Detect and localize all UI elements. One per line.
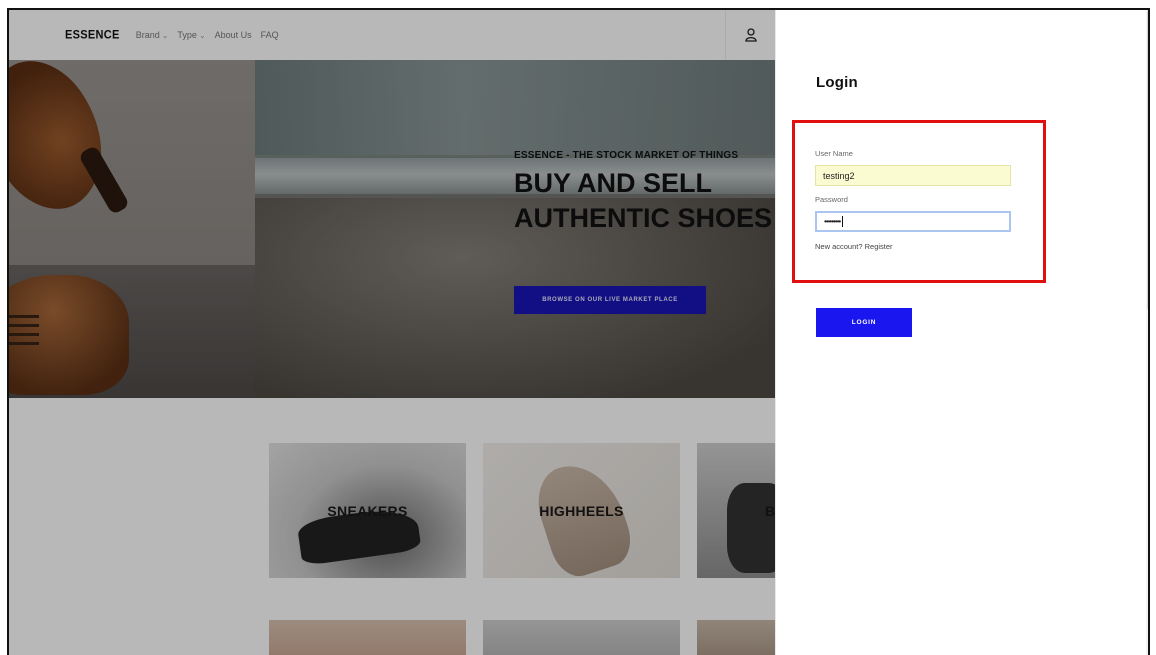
username-label: User Name bbox=[815, 149, 853, 158]
text-cursor bbox=[842, 216, 844, 227]
category-label: BOOTS bbox=[765, 502, 775, 519]
password-label: Password bbox=[815, 195, 848, 204]
login-button[interactable]: LOGIN bbox=[816, 308, 912, 337]
username-input[interactable]: testing2 bbox=[815, 165, 1011, 186]
login-title: Login bbox=[816, 74, 858, 91]
register-link[interactable]: New account? Register bbox=[815, 242, 893, 251]
password-dots: ••••••••• bbox=[824, 217, 841, 226]
category-label: SNEAKERS bbox=[327, 502, 408, 519]
modal-backdrop[interactable] bbox=[9, 10, 775, 655]
browser-frame: ESSENCE Brand ⌄ Type ⌄ About Us FAQ ESSE… bbox=[7, 8, 1150, 655]
password-input[interactable]: ••••••••• bbox=[815, 211, 1011, 232]
category-label: HIGHHEELS bbox=[539, 502, 624, 519]
scrollbar-thumb[interactable] bbox=[1147, 10, 1148, 310]
panel-scrollbar[interactable] bbox=[1146, 10, 1148, 655]
site-background: ESSENCE Brand ⌄ Type ⌄ About Us FAQ ESSE… bbox=[9, 10, 775, 655]
login-panel: Login User Name testing2 Password ••••••… bbox=[775, 10, 1148, 655]
login-form-highlight: User Name testing2 Password ••••••••• Ne… bbox=[792, 120, 1046, 283]
